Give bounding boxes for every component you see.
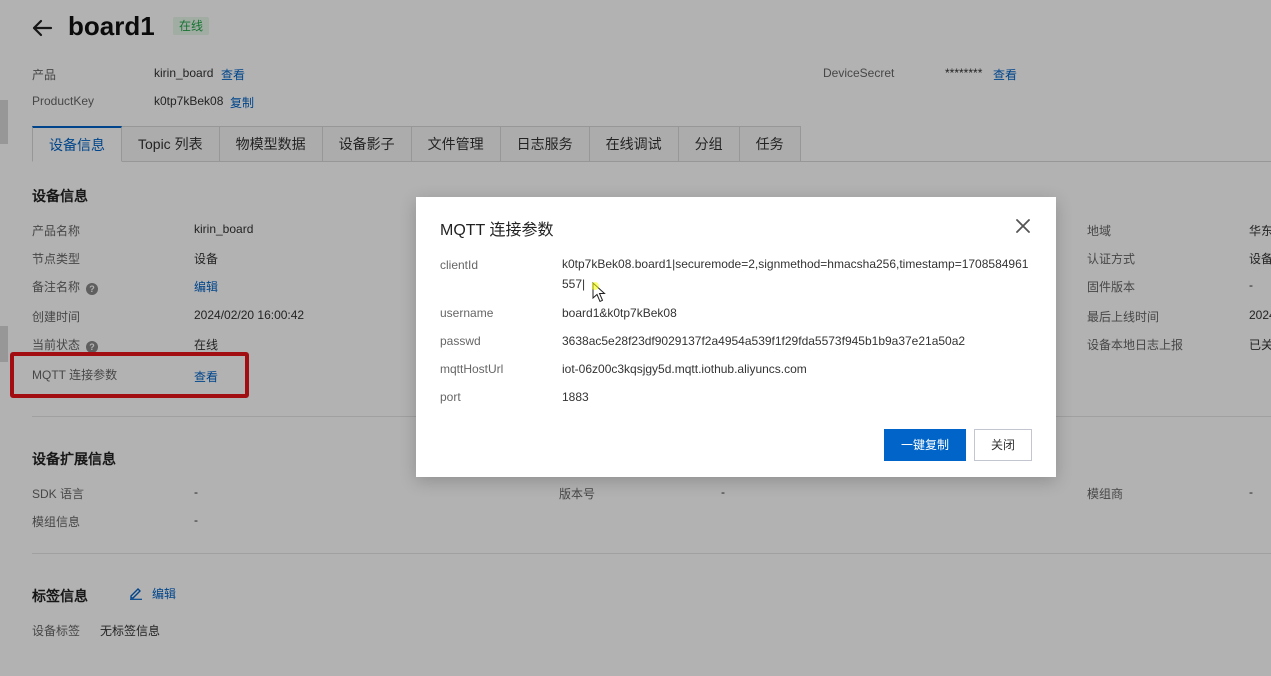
param-label-host: mqttHostUrl xyxy=(440,362,504,376)
param-label-username: username xyxy=(440,306,494,320)
dialog-title: MQTT 连接参数 xyxy=(440,222,554,239)
close-button[interactable]: 关闭 xyxy=(974,429,1032,461)
param-label-port: port xyxy=(440,390,461,404)
param-value-port: 1883 xyxy=(562,390,589,404)
param-label-clientid: clientId xyxy=(440,258,479,272)
close-icon[interactable] xyxy=(1014,217,1032,235)
param-value-passwd: 3638ac5e28f23df9029137f2a4954a539f1f29fd… xyxy=(562,334,966,348)
param-value-clientid: k0tp7kBek08.board1|securemode=2,signmeth… xyxy=(562,257,1029,291)
param-label-passwd: passwd xyxy=(440,334,481,348)
param-value-host: iot-06z00c3kqsjgy5d.mqtt.iothub.aliyuncs… xyxy=(562,362,807,376)
mqtt-params-dialog: MQTT 连接参数 clientId k0tp7kBek08.board1|se… xyxy=(416,197,1056,477)
param-value-username: board1&k0tp7kBek08 xyxy=(562,306,677,320)
copy-all-button[interactable]: 一键复制 xyxy=(884,429,966,461)
mouse-cursor-icon xyxy=(592,282,606,303)
